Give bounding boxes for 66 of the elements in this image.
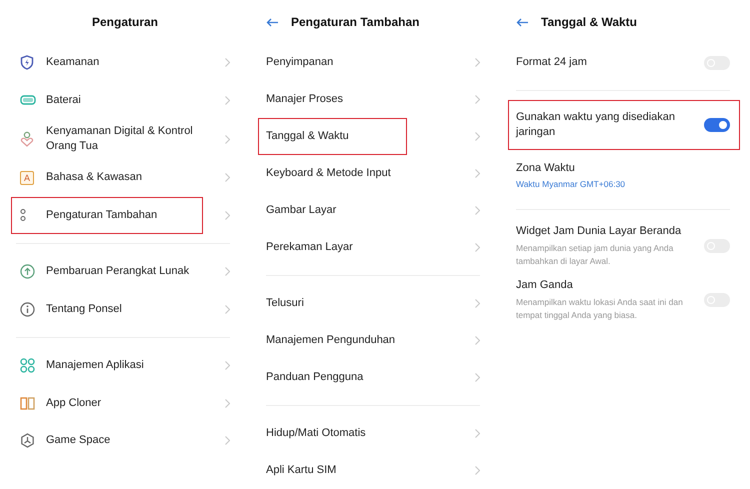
chevron-icon	[475, 373, 480, 382]
item-label[interactable]: Widget Jam Dunia Layar Beranda	[516, 224, 694, 239]
grid-icon	[20, 358, 35, 374]
chevron-icon	[475, 243, 480, 252]
screen-title: Pengaturan Tambahan	[291, 15, 420, 29]
toggle-switch[interactable]	[704, 118, 730, 132]
item-label[interactable]: Keamanan	[46, 55, 217, 70]
item-description: Menampilkan setiap jam dunia yang Anda tambahkan di layar Awal.	[516, 242, 674, 268]
item-label[interactable]: Tanggal & Waktu	[266, 129, 467, 144]
columns-icon	[20, 396, 35, 411]
info-icon	[20, 302, 35, 317]
item-label[interactable]: Manajemen Aplikasi	[46, 358, 217, 374]
item-label[interactable]: Game Space	[46, 433, 217, 448]
arrow-up-circle-icon	[20, 264, 35, 280]
item-label[interactable]: Pengaturan Tambahan	[46, 208, 217, 223]
item-label[interactable]: Pembaruan Perangkat Lunak	[46, 264, 217, 280]
chevron-icon	[225, 267, 230, 276]
chevron-icon	[225, 304, 230, 314]
chevron-icon	[225, 436, 230, 446]
chevron-icon	[475, 132, 480, 141]
chevron-icon	[225, 96, 230, 105]
item-label[interactable]: Hidup/Mati Otomatis	[266, 426, 467, 441]
back-icon[interactable]	[516, 18, 529, 26]
item-value: Waktu Myanmar GMT+06:30	[516, 179, 626, 189]
item-label[interactable]: Baterai	[46, 92, 217, 108]
item-label[interactable]: Telusuri	[266, 296, 467, 311]
chevron-icon	[475, 336, 480, 345]
item-label[interactable]: Manajemen Pengunduhan	[266, 333, 467, 348]
person-heart-icon	[20, 131, 34, 147]
item-label[interactable]: Manajer Proses	[266, 92, 467, 107]
chevron-icon	[475, 429, 480, 438]
item-label[interactable]: Gunakan waktu yang disediakan jaringan	[516, 110, 694, 140]
screen-title: Pengaturan	[92, 15, 158, 29]
item-description: Menampilkan waktu lokasi Anda saat ini dan tempat tinggal Anda yang biasa.	[516, 296, 684, 322]
chevron-icon	[475, 95, 480, 104]
chevron-icon	[225, 361, 230, 370]
letter-icon: A	[20, 170, 34, 185]
chevron-icon	[225, 173, 230, 182]
item-label[interactable]: Jam Ganda	[516, 278, 694, 293]
item-label[interactable]: Tentang Ponsel	[46, 302, 217, 317]
chevron-icon	[475, 206, 480, 215]
item-label[interactable]: Kenyamanan Digital & Kontrol Orang Tua	[46, 124, 217, 154]
chevron-icon	[225, 58, 230, 68]
chevron-icon	[475, 169, 480, 178]
back-icon[interactable]	[266, 18, 279, 26]
chevron-icon	[225, 134, 230, 144]
battery-icon	[20, 95, 36, 106]
chevron-icon	[225, 398, 230, 408]
item-label[interactable]: Keyboard & Metode Input	[266, 166, 467, 181]
chevron-icon	[475, 466, 480, 475]
item-label[interactable]: Apli Kartu SIM	[266, 463, 467, 478]
chevron-icon	[475, 58, 480, 67]
dots-icon	[20, 208, 26, 222]
item-label[interactable]: Penyimpanan	[266, 55, 467, 70]
hexagon-icon	[20, 433, 35, 448]
chevron-icon	[225, 210, 230, 220]
screen-title: Tanggal & Waktu	[541, 15, 637, 29]
item-label[interactable]: Gambar Layar	[266, 203, 467, 218]
chevron-icon	[475, 299, 480, 308]
item-label[interactable]: Perekaman Layar	[266, 240, 467, 255]
item-label[interactable]: Zona Waktu	[516, 161, 730, 176]
shield-icon	[20, 55, 34, 70]
item-label[interactable]: Panduan Pengguna	[266, 370, 467, 385]
item-label[interactable]: Format 24 jam	[516, 55, 694, 70]
item-label[interactable]: Bahasa & Kawasan	[46, 170, 217, 186]
item-label[interactable]: App Cloner	[46, 396, 217, 411]
